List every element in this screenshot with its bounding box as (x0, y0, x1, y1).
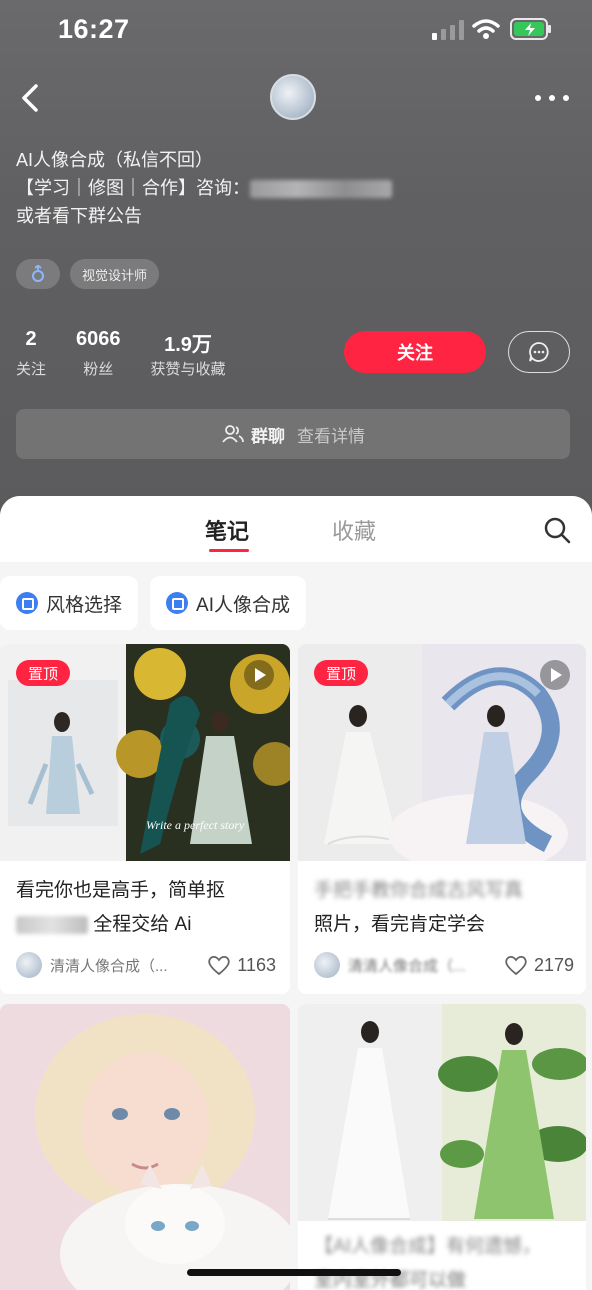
bio-line: AI人像合成（私信不回） (16, 150, 214, 170)
redacted-text (16, 915, 88, 934)
wifi-icon (472, 19, 500, 39)
stat-value: 2 (25, 328, 37, 350)
gender-tag (16, 259, 60, 289)
tab-indicator (209, 549, 249, 552)
video-play-icon (540, 660, 570, 690)
note-title: 看完你也是高手，简单抠 全程交给 Ai (16, 874, 276, 942)
group-label: 群聊 (251, 426, 285, 446)
stat-followers[interactable]: 6066 粉丝 (76, 328, 121, 379)
follow-button[interactable]: 关注 (344, 331, 486, 373)
author-avatar (314, 952, 340, 978)
note-cover-image (298, 1004, 586, 1221)
stat-value: 6066 (76, 328, 121, 350)
note-card[interactable] (0, 1004, 290, 1290)
message-button[interactable] (508, 331, 570, 373)
chat-icon (529, 342, 549, 362)
pinned-badge: 置顶 (314, 660, 368, 686)
note-card[interactable]: 【AI人像合成】有何遗憾， 室内室外都可以做 (298, 1004, 586, 1290)
like-count: 1163 (237, 954, 276, 975)
chip-label: 风格选择 (46, 594, 123, 616)
stat-value: 1.9万 (164, 334, 212, 356)
chip-style-select[interactable]: 风格选择 (0, 576, 139, 630)
video-play-icon (244, 660, 274, 690)
note-title-text: 全程交给 Ai (93, 914, 192, 935)
like-count: 2179 (533, 954, 574, 975)
note-title-line: 室内室外都可以做 (314, 1270, 467, 1290)
chip-label: AI人像合成 (196, 594, 290, 616)
note-title-line: 照片，看完肯定学会 (314, 914, 486, 935)
chip-ai-portrait[interactable]: AI人像合成 (150, 576, 306, 630)
group-detail: 查看详情 (297, 426, 365, 446)
author-name: 清清人像合成（... (50, 957, 168, 975)
collection-chips: 风格选择 AI人像合成 (0, 576, 306, 630)
home-indicator (187, 1269, 401, 1276)
stat-label: 粉丝 (83, 361, 114, 378)
stat-label: 获赞与收藏 (150, 361, 226, 378)
male-icon (32, 265, 44, 282)
redacted-text (250, 180, 392, 199)
bio-line: 【学习｜修图｜合作】咨询： (16, 174, 416, 202)
bio-line-text: 【学习｜修图｜合作】咨询： (16, 178, 250, 198)
signal-icon (432, 20, 464, 40)
note-title-line: 全程交给 Ai (16, 908, 276, 942)
group-icon (222, 425, 244, 443)
profile-stats: 2 关注 6066 粉丝 1.9万 获赞与收藏 (16, 328, 256, 379)
note-author: 清清人像合成（... 1163 (16, 950, 276, 980)
tab-notes[interactable]: 笔记 (205, 514, 249, 546)
profile-bio: AI人像合成（私信不回） 【学习｜修图｜合作】咨询： 或者看下群公告 (16, 146, 416, 230)
search-icon[interactable] (543, 516, 571, 544)
status-time: 16:27 (58, 14, 130, 44)
note-title-line: 看完你也是高手，简单抠 (16, 880, 226, 901)
avatar[interactable] (270, 74, 316, 120)
like-icon[interactable] (504, 954, 528, 976)
note-title: 【AI人像合成】有何遗憾， 室内室外都可以做 (314, 1230, 574, 1290)
back-icon[interactable] (16, 78, 46, 118)
tab-collections[interactable]: 收藏 (332, 514, 376, 546)
note-title-line: 【AI人像合成】有何遗憾， (314, 1236, 541, 1257)
note-card[interactable]: 置顶 手把手教你合成古风写真 照片，看完肯定学会 清清人像合成（... 2179 (298, 644, 586, 994)
author-name: 清清人像合成（... (348, 957, 466, 975)
more-icon[interactable] (532, 86, 572, 110)
stat-following[interactable]: 2 关注 (16, 328, 46, 379)
battery-icon (510, 18, 551, 40)
bio-line: 或者看下群公告 (16, 206, 142, 226)
stat-label: 关注 (16, 361, 47, 378)
like-icon[interactable] (207, 954, 231, 976)
notes-panel: 笔记 收藏 风格选择 AI人像合成 Write a perfect story … (0, 496, 592, 1290)
status-bar: 16:27 (0, 0, 592, 60)
author-avatar (16, 952, 42, 978)
stat-likes[interactable]: 1.9万 获赞与收藏 (151, 328, 226, 379)
note-cover-image (0, 1004, 290, 1290)
profile-tags: 视觉设计师 (16, 259, 160, 289)
collection-icon (16, 592, 38, 614)
note-card[interactable]: Write a perfect story 置顶 看完你也是高手，简单抠 全程交… (0, 644, 290, 994)
note-author: 清清人像合成（... 2179 (314, 950, 574, 980)
tab-bar: 笔记 收藏 (0, 496, 592, 562)
group-chat-bar[interactable]: 群聊 查看详情 (16, 409, 570, 459)
note-title: 手把手教你合成古风写真 照片，看完肯定学会 (314, 874, 574, 942)
collection-icon (166, 592, 189, 614)
occupation-tag: 视觉设计师 (70, 259, 160, 289)
note-title-line: 手把手教你合成古风写真 (314, 880, 524, 901)
svg-text:Write a perfect story: Write a perfect story (146, 818, 245, 832)
pinned-badge: 置顶 (16, 660, 70, 686)
